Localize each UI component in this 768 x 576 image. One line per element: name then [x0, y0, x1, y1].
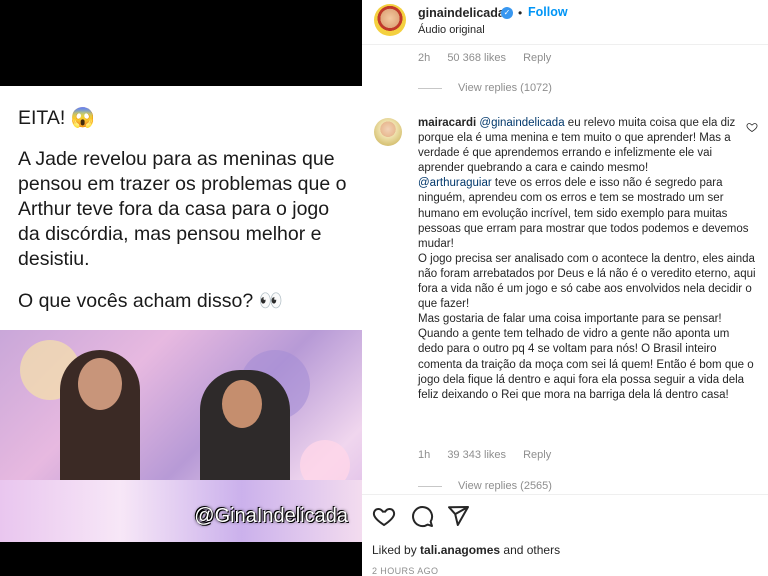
audio-label[interactable]: Áudio original — [418, 24, 485, 36]
mention-link[interactable]: @arthuraguiar — [418, 177, 492, 189]
commenter-username[interactable]: mairacardi — [418, 117, 476, 129]
liked-by: Liked by tali.anagomes and others — [372, 543, 560, 557]
post-headline: EITA! 😱 — [18, 107, 96, 129]
post-paragraph-1: A Jade revelou para as meninas que penso… — [18, 148, 347, 270]
verified-icon: ✓ — [501, 7, 513, 19]
video-still: @GinaIndelicada — [0, 330, 362, 542]
view-replies-button[interactable]: View replies (2565) — [418, 480, 552, 492]
prev-comment-reply-button[interactable]: Reply — [523, 52, 551, 64]
action-bar — [362, 504, 768, 530]
view-replies-label: View replies (2565) — [458, 480, 552, 492]
prev-view-replies-button[interactable]: View replies (1072) — [418, 82, 552, 94]
header-divider — [362, 44, 768, 45]
prev-comment-meta: 2h 50 368 likes Reply — [418, 52, 565, 64]
commenter-avatar[interactable] — [374, 118, 402, 146]
comment-meta: 1h 39 343 likes Reply — [418, 449, 565, 461]
prev-comment-likes[interactable]: 50 368 likes — [447, 52, 506, 64]
post-header: ginaindelicada ✓ • Follow Áudio original — [362, 0, 768, 44]
post-image: EITA! 😱 A Jade revelou para as meninas q… — [0, 86, 362, 542]
comment-time[interactable]: 1h — [418, 449, 430, 461]
watermark-handle: @GinaIndelicada — [194, 505, 348, 527]
replies-line — [418, 485, 442, 487]
comments-panel: ginaindelicada ✓ • Follow Áudio original… — [362, 0, 768, 576]
comment-text-3: O jogo precisa ser analisado com o acont… — [418, 252, 756, 311]
comment-reply-button[interactable]: Reply — [523, 449, 551, 461]
post-timestamp: 2 HOURS AGO — [372, 566, 439, 576]
separator-dot: • — [518, 6, 523, 20]
liked-by-prefix: Liked by — [372, 543, 421, 557]
replies-line — [418, 87, 442, 89]
liked-by-user[interactable]: tali.anagomes — [420, 543, 500, 557]
heart-icon[interactable] — [746, 121, 758, 133]
mention-link[interactable]: @ginaindelicada — [479, 117, 564, 129]
person-left-face — [78, 358, 122, 410]
comment-likes[interactable]: 39 343 likes — [447, 449, 506, 461]
person-right-face — [222, 380, 262, 428]
actions-divider — [362, 494, 768, 495]
comment-icon[interactable] — [410, 504, 434, 528]
follow-button[interactable]: Follow — [528, 5, 568, 19]
comment-body: mairacardi @ginaindelicada eu relevo mui… — [418, 116, 758, 403]
post-paragraph-2: O que vocês acham disso? 👀 — [18, 290, 283, 312]
comment-text-4: Mas gostaria de falar uma coisa importan… — [418, 313, 754, 401]
prev-view-replies-label: View replies (1072) — [458, 82, 552, 94]
post-media[interactable]: EITA! 😱 A Jade revelou para as meninas q… — [0, 0, 362, 576]
liked-by-suffix[interactable]: and others — [500, 543, 560, 557]
author-avatar[interactable] — [374, 4, 406, 36]
author-username[interactable]: ginaindelicada — [418, 6, 505, 20]
heart-icon[interactable] — [372, 504, 396, 528]
prev-comment-time[interactable]: 2h — [418, 52, 430, 64]
share-icon[interactable] — [446, 504, 470, 528]
post-caption-image-text: EITA! 😱 A Jade revelou para as meninas q… — [18, 106, 354, 331]
